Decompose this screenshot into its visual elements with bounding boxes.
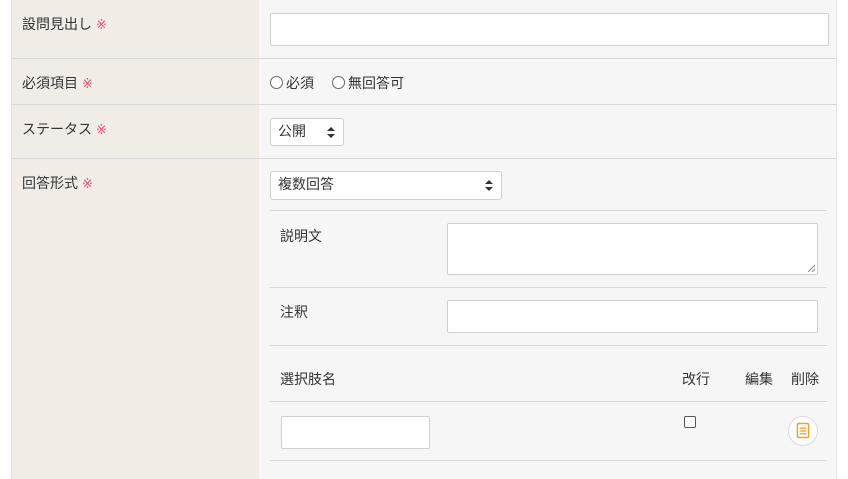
line-break-header: 改行 (682, 372, 710, 388)
required-label: 必須項目 ※ (22, 76, 93, 92)
choice-name-header: 選択肢名 (280, 372, 336, 388)
choices-header-row: 選択肢名 改行 編集 削除 (270, 345, 827, 401)
required-mark: ※ (96, 123, 107, 138)
required-mark: ※ (82, 177, 93, 192)
field-cell: 公開 (259, 105, 836, 158)
description-row: 説明文 (270, 210, 827, 287)
choice-row (270, 401, 827, 461)
answer-format-select[interactable]: 複数回答 (270, 171, 502, 200)
description-textarea[interactable] (447, 223, 818, 275)
row-answer-format: 回答形式 ※ 複数回答 説明文 注釈 選択肢名 改行 編集 削除 (12, 159, 836, 479)
label-cell: ステータス ※ (12, 105, 259, 158)
description-label: 説明文 (280, 229, 322, 245)
field-cell (259, 0, 836, 58)
required-mark: ※ (96, 18, 107, 33)
radio-button[interactable] (270, 76, 283, 89)
delete-header: 削除 (791, 372, 819, 388)
answer-format-label: 回答形式 ※ (22, 176, 93, 192)
status-select[interactable]: 公開 (270, 118, 344, 146)
radio-required[interactable]: 必須 (270, 73, 314, 93)
row-status: ステータス ※ 公開 (12, 105, 836, 159)
field-cell: 複数回答 説明文 注釈 選択肢名 改行 編集 削除 (259, 159, 836, 479)
question-form: 設問見出し ※ 必須項目 ※ 必須 無回答可 ステータス ※ 公開 回答形式 ※… (11, 0, 837, 479)
delete-button[interactable] (788, 416, 818, 446)
document-icon (796, 422, 810, 439)
edit-header: 編集 (745, 372, 773, 388)
row-heading: 設問見出し ※ (12, 0, 836, 59)
line-break-checkbox[interactable] (684, 416, 696, 428)
resize-handle-icon[interactable] (807, 264, 815, 272)
note-row: 注釈 (270, 287, 827, 345)
label-cell: 回答形式 ※ (12, 159, 259, 479)
note-label: 注釈 (280, 305, 308, 321)
required-mark: ※ (82, 77, 93, 92)
field-cell: 必須 無回答可 (259, 59, 836, 104)
heading-label: 設問見出し ※ (22, 17, 107, 33)
radio-optional[interactable]: 無回答可 (332, 73, 404, 93)
radio-button[interactable] (332, 76, 345, 89)
status-label: ステータス ※ (22, 122, 107, 138)
heading-input[interactable] (270, 13, 829, 46)
choice-name-input[interactable] (281, 416, 430, 449)
sort-caret-icon (327, 127, 335, 138)
required-radio-group: 必須 無回答可 (270, 73, 422, 93)
label-cell: 必須項目 ※ (12, 59, 259, 104)
label-cell: 設問見出し ※ (12, 0, 259, 58)
sort-caret-icon (485, 180, 493, 191)
note-input[interactable] (447, 300, 818, 333)
row-required: 必須項目 ※ 必須 無回答可 (12, 59, 836, 105)
